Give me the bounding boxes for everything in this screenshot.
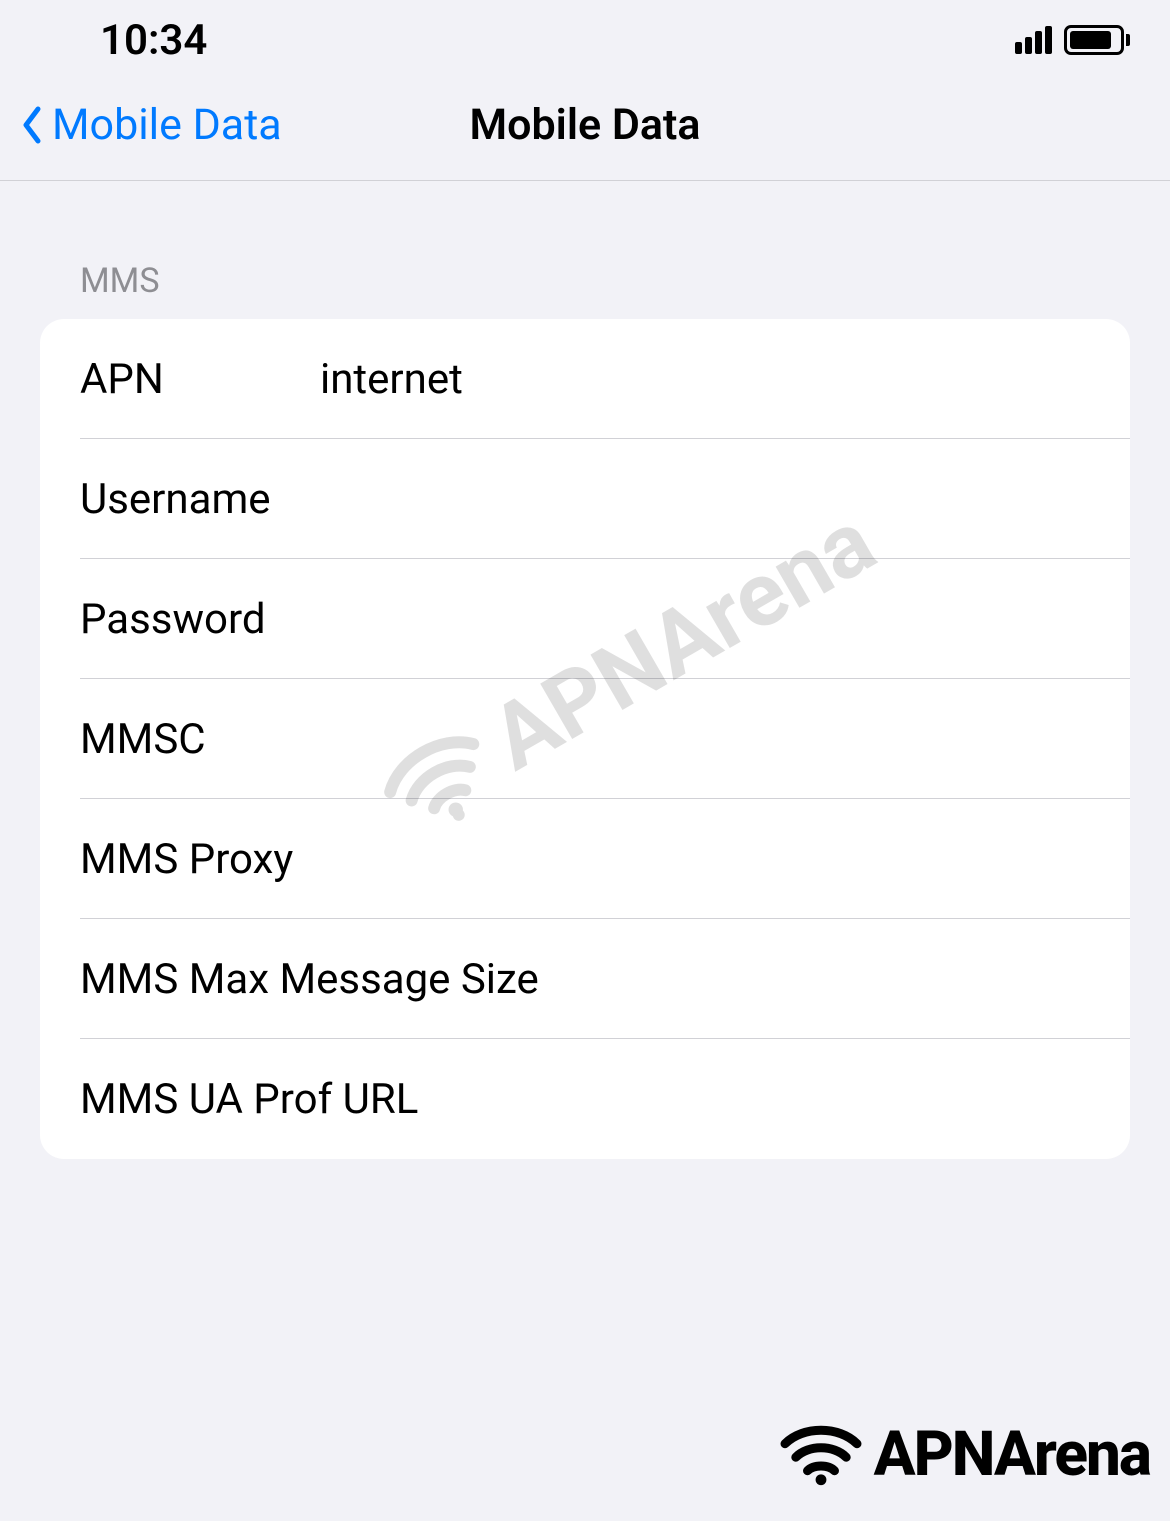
- section-header-mms: MMS: [40, 261, 1130, 301]
- mmsc-input[interactable]: [320, 715, 1090, 764]
- password-row[interactable]: Password: [40, 559, 1130, 679]
- mms-proxy-label: MMS Proxy: [80, 835, 555, 884]
- status-bar: 10:34: [0, 0, 1170, 70]
- battery-icon: [1064, 25, 1130, 55]
- mms-proxy-input[interactable]: [555, 835, 1090, 884]
- mms-settings-group: APN Username Password MMSC MMS Proxy MMS…: [40, 319, 1130, 1159]
- mms-ua-prof-label: MMS UA Prof URL: [80, 1075, 1090, 1124]
- watermark-bottom: APNArena: [776, 1418, 1150, 1491]
- back-button[interactable]: Mobile Data: [20, 100, 282, 150]
- username-input[interactable]: [320, 475, 1090, 524]
- content-area: MMS APN Username Password MMSC MMS Proxy: [0, 181, 1170, 1159]
- apn-row[interactable]: APN: [40, 319, 1130, 439]
- mmsc-label: MMSC: [80, 715, 320, 764]
- password-input[interactable]: [320, 595, 1090, 644]
- wifi-icon: [776, 1420, 866, 1490]
- username-label: Username: [80, 475, 320, 524]
- navigation-bar: Mobile Data Mobile Data: [0, 70, 1170, 181]
- status-icons: [1015, 25, 1130, 55]
- mms-proxy-row[interactable]: MMS Proxy: [40, 799, 1130, 919]
- mms-max-size-label: MMS Max Message Size: [80, 955, 1090, 1004]
- username-row[interactable]: Username: [40, 439, 1130, 559]
- cellular-signal-icon: [1015, 26, 1052, 54]
- watermark-bottom-text: APNArena: [874, 1418, 1150, 1491]
- chevron-left-icon: [20, 105, 44, 145]
- page-title: Mobile Data: [470, 100, 701, 150]
- back-button-label: Mobile Data: [52, 100, 282, 150]
- mms-ua-prof-row[interactable]: MMS UA Prof URL: [40, 1039, 1130, 1159]
- mmsc-row[interactable]: MMSC: [40, 679, 1130, 799]
- status-time: 10:34: [100, 16, 207, 65]
- password-label: Password: [80, 595, 320, 644]
- apn-input[interactable]: [320, 355, 1090, 404]
- apn-label: APN: [80, 355, 320, 404]
- mms-max-size-row[interactable]: MMS Max Message Size: [40, 919, 1130, 1039]
